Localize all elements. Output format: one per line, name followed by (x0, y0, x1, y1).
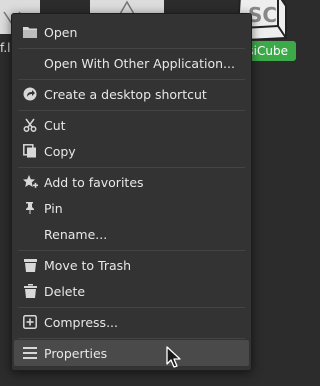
menu-item-label: Open With Other Application... (44, 55, 235, 71)
menu-item-label: Copy (44, 143, 76, 159)
menu-item-label: Add to favorites (44, 174, 144, 190)
menu-item-add-favorites[interactable]: Add to favorites (14, 169, 249, 195)
menu-item-compress[interactable]: Compress... (14, 309, 249, 335)
menu-item-label: Pin (44, 200, 63, 216)
menu-item-label: Compress... (44, 314, 118, 330)
shortcut-arrow-icon (22, 86, 38, 102)
trash-icon (22, 257, 38, 273)
star-plus-icon (22, 174, 38, 190)
menu-item-label: Open (44, 24, 78, 40)
scissors-icon (22, 117, 38, 133)
menu-item-cut[interactable]: Cut (14, 112, 249, 138)
copy-icon (22, 143, 38, 159)
menu-separator (18, 167, 245, 168)
menu-item-label: Move to Trash (44, 257, 132, 273)
delete-icon (22, 283, 38, 299)
menu-separator (18, 250, 245, 251)
menu-item-open-with[interactable]: Open With Other Application... (14, 50, 249, 76)
mouse-cursor-icon (166, 346, 182, 374)
properties-icon (22, 345, 38, 361)
menu-item-label: Properties (44, 345, 108, 361)
svg-text:SC: SC (248, 3, 277, 27)
menu-item-label: Rename... (44, 226, 108, 242)
menu-item-rename[interactable]: Rename... (14, 221, 249, 247)
menu-item-copy[interactable]: Copy (14, 138, 249, 164)
menu-item-label: Cut (44, 117, 66, 133)
menu-separator (18, 338, 245, 339)
menu-item-delete[interactable]: Delete (14, 278, 249, 304)
menu-item-pin[interactable]: Pin (14, 195, 249, 221)
menu-item-label: Delete (44, 283, 86, 299)
pin-icon (22, 200, 38, 216)
folder-icon (22, 24, 38, 40)
menu-item-open[interactable]: Open (14, 19, 249, 45)
menu-separator (18, 307, 245, 308)
menu-item-label: Create a desktop shortcut (44, 86, 207, 102)
menu-item-create-shortcut[interactable]: Create a desktop shortcut (14, 81, 249, 107)
menu-separator (18, 48, 245, 49)
compress-icon (22, 314, 38, 330)
menu-item-move-to-trash[interactable]: Move to Trash (14, 252, 249, 278)
menu-separator (18, 79, 245, 80)
menu-separator (18, 110, 245, 111)
menu-item-properties[interactable]: Properties (14, 340, 249, 366)
context-menu: Open Open With Other Application... Crea… (11, 13, 252, 371)
